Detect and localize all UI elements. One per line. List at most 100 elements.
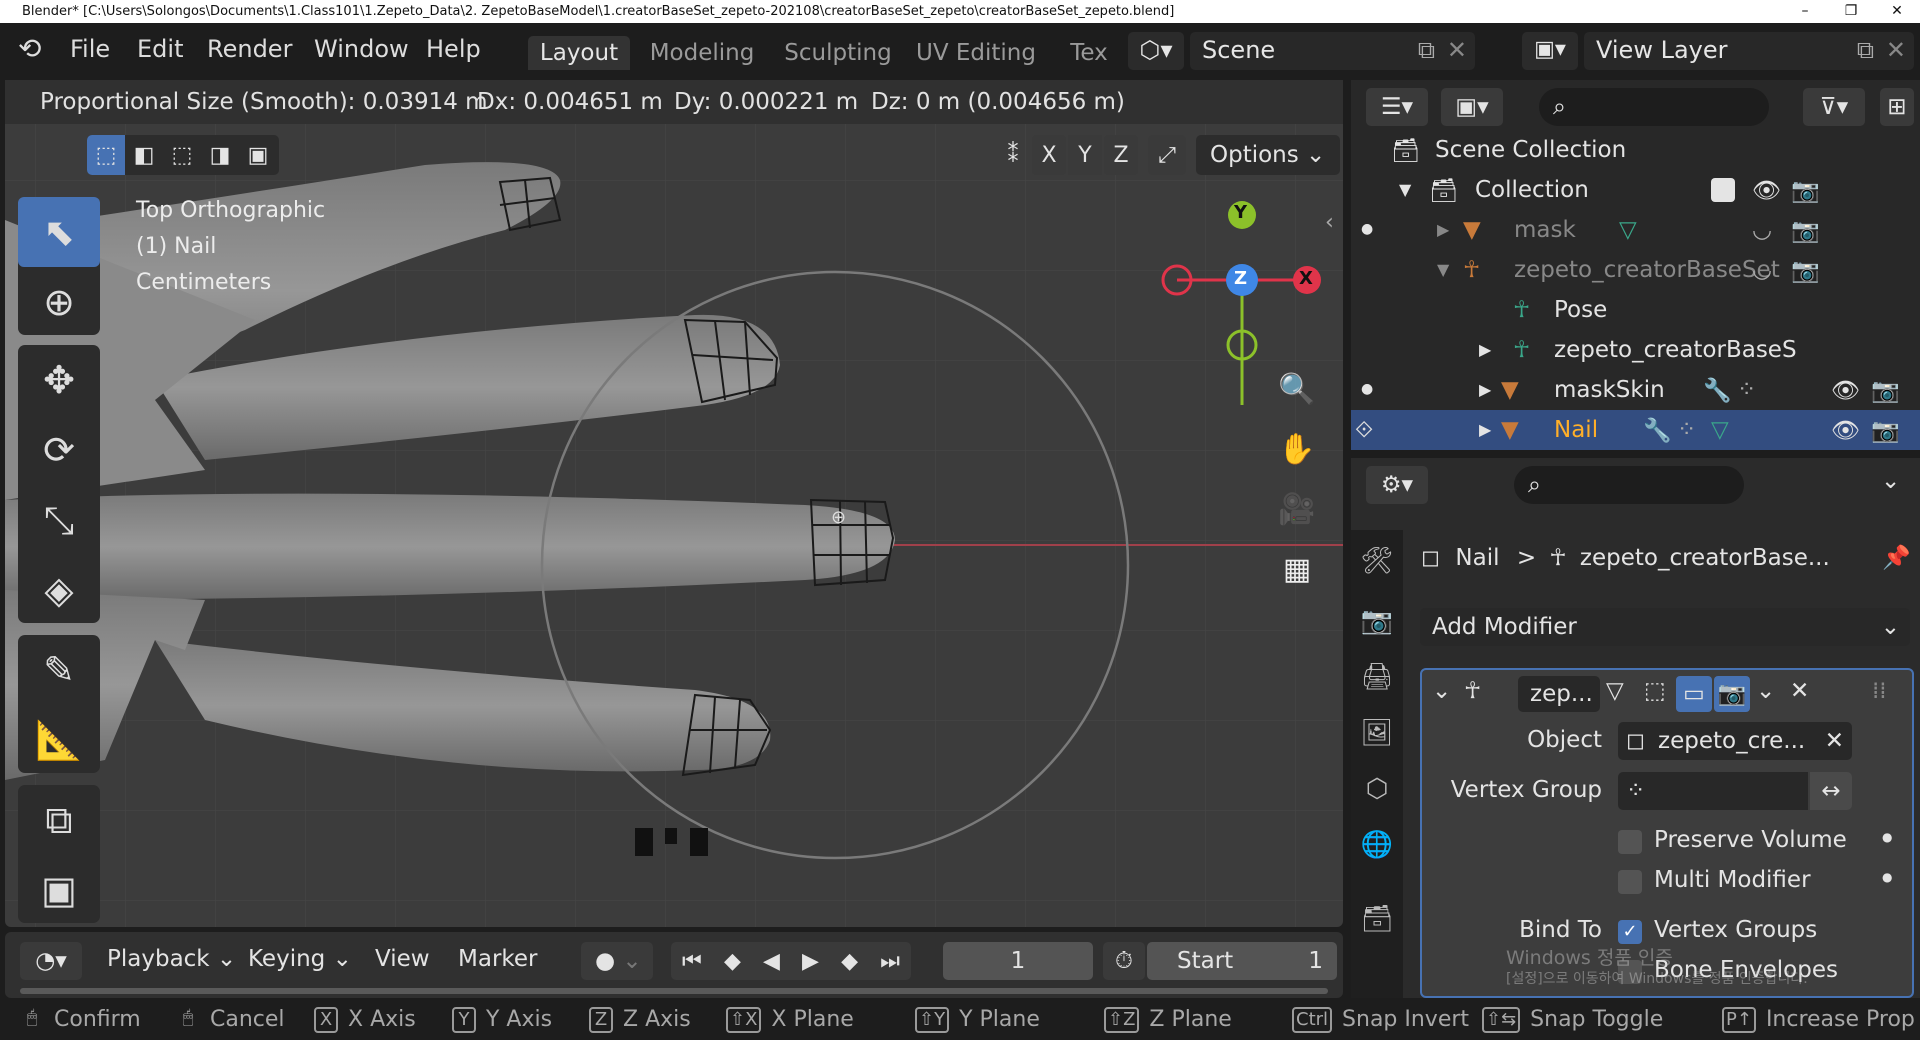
outliner-row-collection[interactable]: ▼ 🗃 Collection 👁 📷 [1351,170,1920,210]
camera-icon[interactable]: 🎥 [1272,484,1322,534]
axis-x-toggle[interactable]: X [1032,135,1066,175]
timer-icon[interactable]: ⏱ [1103,942,1145,980]
select-invert-icon[interactable]: ◨ [201,135,239,175]
axis-y-toggle[interactable]: Y [1068,135,1102,175]
expand-icon[interactable]: ▼ [1437,260,1449,279]
cage-toggle-icon[interactable]: ⬚ [1644,678,1666,704]
annotate-icon[interactable]: ✎ [18,635,100,705]
copy-icon[interactable]: ⧉ [1857,32,1874,68]
clear-icon[interactable]: ✕ [1825,722,1844,760]
tab-layout[interactable]: Layout [528,36,630,70]
select-intersect-icon[interactable]: ▣ [239,135,277,175]
prev-keyframe-icon[interactable]: ◆ [724,949,741,974]
keying-menu[interactable]: Keying ⌄ [248,946,352,972]
axis-z-toggle[interactable]: Z [1104,135,1138,175]
current-frame-field[interactable]: 1 [943,942,1093,980]
multi-modifier-checkbox[interactable] [1618,870,1642,894]
tab-sculpting[interactable]: Sculpting [776,36,900,70]
timeline-editor-icon[interactable]: ◔▾ [20,942,82,980]
collapse-icon[interactable]: ⌄ [1432,678,1451,704]
expand-icon[interactable]: ▶ [1437,220,1449,239]
record-button[interactable]: ● ⌄ [581,942,653,980]
collection-checkbox[interactable] [1711,178,1735,202]
camera-render-icon[interactable]: 📷 [1871,377,1900,404]
marker-menu[interactable]: Marker [458,946,538,972]
select-extend-icon[interactable]: ◧ [125,135,163,175]
blender-logo-icon[interactable]: ⟲ [18,33,41,65]
menu-window[interactable]: Window [314,33,409,65]
object-field[interactable]: ◻ zepeto_cre... ✕ [1618,722,1852,760]
camera-render-icon[interactable]: 📷 [1791,217,1820,244]
hand-icon[interactable]: ✋ [1272,424,1322,474]
jump-start-icon[interactable]: ⏮ [682,949,702,974]
grid-icon[interactable]: ▦ [1272,544,1322,594]
play-icon[interactable]: ▶ [802,949,819,974]
gizmo-z-label[interactable]: Z [1234,268,1247,289]
select-box-icon[interactable]: ⬉ [18,197,100,267]
view-layer-selector[interactable]: ▣▾ [1522,32,1578,70]
transform-icon[interactable]: ◈ [18,555,100,625]
edit-mode-toggle-icon[interactable]: ▽ [1606,678,1624,704]
eye-closed-icon[interactable]: ◡ [1752,257,1772,283]
outliner-row-pose[interactable]: ☥ Pose [1351,290,1920,330]
snap-icon[interactable]: ⤢ [1148,135,1186,175]
view-menu[interactable]: View [375,946,430,972]
tool-tab-icon[interactable]: 🛠 [1360,544,1394,578]
eye-icon[interactable]: 👁 [1831,377,1860,404]
maximize-button[interactable]: ❐ [1828,0,1874,23]
scene-selector[interactable]: ⬡▾ [1128,32,1184,70]
outliner-view-icon[interactable]: ▣▾ [1441,88,1503,126]
outliner-row-armature[interactable]: ▼ ☥ zepeto_creatorBaseSet ◡ 📷 [1351,250,1920,290]
keyframe-dot-icon[interactable]: ● [1882,870,1892,884]
chevron-down-icon[interactable]: ⌄ [1756,678,1775,704]
world-tab-icon[interactable]: 🌐 [1360,828,1394,862]
modifier-name-field[interactable]: zep... [1518,676,1600,712]
close-window-button[interactable]: ✕ [1874,0,1920,23]
outliner-row-maskskin[interactable]: ● ▶ ▼ maskSkin 🔧 ⁘ 👁 📷 [1351,370,1920,410]
rotate-icon[interactable]: ⟳ [18,415,100,485]
tab-uv-editing[interactable]: UV Editing [912,36,1040,70]
menu-render[interactable]: Render [207,33,292,65]
scene-name-field[interactable]: Scene ⧉ ✕ [1190,32,1475,70]
keyframe-dot-icon[interactable]: ● [1882,830,1892,844]
expand-icon[interactable]: ▶ [1479,380,1491,399]
outliner-row-mask[interactable]: ● ▶ ▼ mask ▽ ◡ 📷 [1351,210,1920,250]
expand-icon[interactable]: ▶ [1479,340,1491,359]
scene-tab-icon[interactable]: ⬡ [1360,772,1394,806]
add-modifier-dropdown[interactable]: Add Modifier ⌄ [1420,608,1910,646]
gizmo-x-label[interactable]: X [1299,268,1313,289]
eye-icon[interactable]: 👁 [1831,417,1860,444]
pin-icon[interactable]: 📌 [1882,538,1911,578]
vertex-group-field[interactable]: ⁘ [1618,772,1808,810]
select-subtract-icon[interactable]: ⬚ [163,135,201,175]
minimize-button[interactable]: – [1782,0,1828,23]
select-new-icon[interactable]: ⬚ [87,135,125,175]
filter-icon[interactable]: ⊽▾ [1803,88,1865,126]
drag-handle-icon[interactable]: ⁞⁞ [1872,678,1887,704]
new-collection-icon[interactable]: ⊞ [1880,88,1914,126]
mirror-icon[interactable]: ⁑ [994,135,1032,175]
cube-icon[interactable]: ▣ [18,855,100,925]
sidebar-toggle-icon[interactable]: ‹ [1325,210,1334,235]
options-dropdown[interactable]: Options ⌄ [1196,135,1340,175]
move-icon[interactable]: ✥ [18,345,100,415]
playback-menu[interactable]: Playback ⌄ [107,946,236,972]
menu-help[interactable]: Help [426,33,481,65]
output-tab-icon[interactable]: 🖨 [1360,660,1394,694]
render-tab-icon[interactable]: 📷 [1360,604,1394,638]
viewport-toggle-icon[interactable]: ▭ [1676,676,1712,712]
invert-vertex-group-icon[interactable]: ↔ [1810,772,1852,810]
start-frame-field[interactable]: Start 1 [1147,942,1337,980]
camera-render-icon[interactable]: 📷 [1791,257,1820,284]
timeline-scrollbar[interactable] [20,988,1328,994]
collection-tab-icon[interactable]: 🗃 [1360,902,1394,936]
properties-editor-icon[interactable]: ⚙▾ [1366,466,1428,504]
eye-icon[interactable]: 👁 [1752,177,1781,204]
tab-modeling[interactable]: Modeling [640,36,764,70]
measure-icon[interactable]: 📐 [18,705,100,775]
outliner-row-scene-collection[interactable]: 🗃 Scene Collection [1351,130,1920,170]
outliner-search-input[interactable]: ⌕ [1539,88,1769,126]
scale-icon[interactable]: ⤡ [18,485,100,555]
properties-search-input[interactable]: ⌕ [1514,466,1744,504]
copy-icon[interactable]: ⧉ [1418,32,1435,68]
